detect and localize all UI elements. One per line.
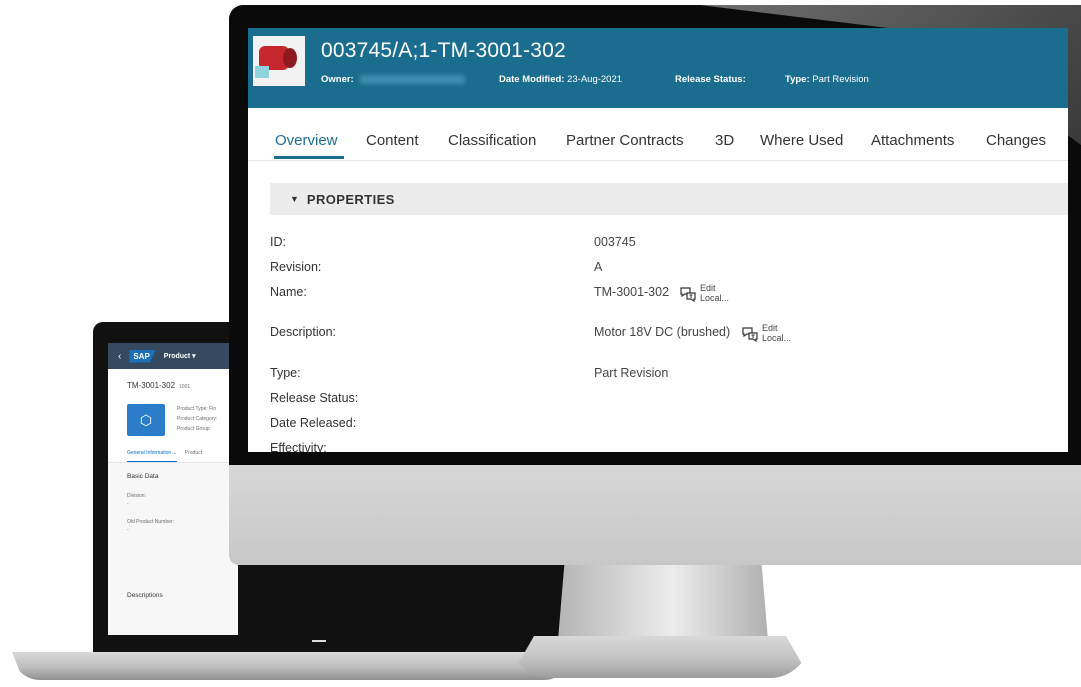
property-label-type: Type: [270, 366, 301, 380]
laptop-object-title: TM-3001-302 1001 [108, 369, 238, 390]
laptop-screen: ‹ SAP Product ▾ TM-3001-302 1001 ⬡ Produc… [108, 343, 238, 635]
motor-end-icon [283, 48, 297, 68]
tab-overview[interactable]: Overview [275, 132, 338, 149]
laptop-body: Basic Data Division: - Old Product Numbe… [108, 463, 238, 635]
type-field: Type: Part Revision [785, 74, 869, 85]
property-label-effectivity: Effectivity: [270, 441, 327, 452]
property-label-description: Description: [270, 325, 336, 339]
property-value-type: Part Revision [594, 366, 669, 380]
monitor-stand [510, 636, 810, 678]
part-cube-icon [255, 66, 269, 78]
property-value-revision: A [594, 260, 603, 274]
date-modified-field: Date Modified: 23-Aug-2021 [499, 74, 622, 85]
type-value: Part Revision [812, 74, 869, 85]
tab-changes[interactable]: Changes [986, 132, 1046, 149]
edit-local-description-link[interactable]: Edit Local... [741, 323, 791, 343]
release-status-field: Release Status: [675, 74, 746, 85]
tab-3d[interactable]: 3D [715, 132, 734, 149]
laptop-field-label: Old Product Number: [127, 519, 174, 525]
property-value-description: Motor 18V DC (brushed) [594, 325, 731, 339]
property-label-release-status: Release Status: [270, 391, 359, 405]
laptop-tab-product[interactable]: Product [185, 450, 202, 462]
laptop-field-label: Division: [127, 493, 146, 499]
laptop-title-text: TM-3001-302 [127, 381, 176, 390]
laptop-section-title: Basic Data [127, 473, 159, 480]
laptop-base [12, 652, 572, 680]
monitor-neck [558, 565, 768, 640]
property-label-revision: Revision: [270, 260, 322, 274]
release-status-label: Release Status: [675, 74, 746, 85]
tab-content[interactable]: Content [366, 132, 419, 149]
laptop-attr: Product Category: [177, 416, 218, 422]
sap-logo[interactable]: SAP [129, 349, 156, 363]
property-label-name: Name: [270, 285, 307, 299]
translate-icon [742, 327, 758, 342]
tab-attachments[interactable]: Attachments [871, 132, 954, 149]
overview-content: ▼ PROPERTIES ID: 003745 Revision: A Name… [248, 161, 1068, 452]
tab-classification[interactable]: Classification [448, 132, 536, 149]
edit-link-line2: Local... [762, 333, 792, 343]
type-label: Type: [785, 74, 810, 85]
tab-where-used[interactable]: Where Used [760, 132, 843, 149]
laptop-attributes: Product Type: Fin Product Category: Prod… [177, 404, 217, 436]
laptop-attr: Product Group: [177, 426, 211, 432]
date-modified-value: 23-Aug-2021 [567, 74, 623, 85]
laptop-tabs: General Information ⌄ Product [108, 436, 238, 463]
property-value-name: TM-3001-302 [594, 285, 670, 299]
laptop-field: Division: - [127, 492, 238, 508]
owner-label: Owner: [321, 74, 354, 85]
monitor-screen: 003745/A;1-TM-3001-302 Owner: Date Modif… [248, 28, 1068, 452]
monitor-chin [229, 462, 1081, 565]
laptop-tab-general[interactable]: General Information ⌄ [127, 450, 177, 462]
laptop-field-value: - [127, 501, 129, 507]
laptop-object-header: ⬡ Product Type: Fin Product Category: Pr… [108, 390, 238, 436]
back-icon[interactable]: ‹ [118, 351, 121, 362]
laptop-notch [312, 640, 326, 642]
property-value-id: 003745 [594, 235, 636, 249]
edit-link-line1: Edit [700, 283, 716, 293]
laptop-title-code: 1001 [179, 384, 191, 390]
object-header: 003745/A;1-TM-3001-302 Owner: Date Modif… [248, 28, 1068, 108]
edit-link-line2: Local... [700, 293, 730, 303]
tab-partner-contracts[interactable]: Partner Contracts [566, 132, 684, 149]
product-menu[interactable]: Product ▾ [164, 352, 196, 360]
tab-bar: Overview Content Classification Partner … [248, 108, 1068, 161]
owner-field: Owner: [321, 74, 465, 85]
properties-section-header[interactable]: ▼ PROPERTIES [270, 183, 1068, 215]
part-thumbnail[interactable] [253, 36, 305, 86]
caret-down-icon[interactable]: ▼ [290, 194, 299, 204]
sap-shell-bar: ‹ SAP Product ▾ [108, 343, 238, 369]
laptop-field-value: - [127, 527, 129, 533]
laptop-section-descriptions: Descriptions [127, 592, 163, 599]
edit-link-line1: Edit [762, 323, 778, 333]
product-cube-icon: ⬡ [127, 404, 165, 436]
page-title: 003745/A;1-TM-3001-302 [321, 39, 566, 62]
laptop-field: Old Product Number: - [127, 518, 238, 534]
properties-section-title: PROPERTIES [306, 191, 395, 207]
owner-value-redacted [359, 74, 465, 84]
translate-icon [680, 287, 696, 302]
edit-local-name-link[interactable]: Edit Local... [679, 283, 729, 303]
property-label-date-released: Date Released: [270, 416, 357, 430]
date-modified-label: Date Modified: [499, 74, 565, 85]
laptop-attr: Product Type: Fin [177, 406, 217, 412]
active-tab-indicator [274, 156, 344, 159]
property-label-id: ID: [270, 235, 286, 249]
